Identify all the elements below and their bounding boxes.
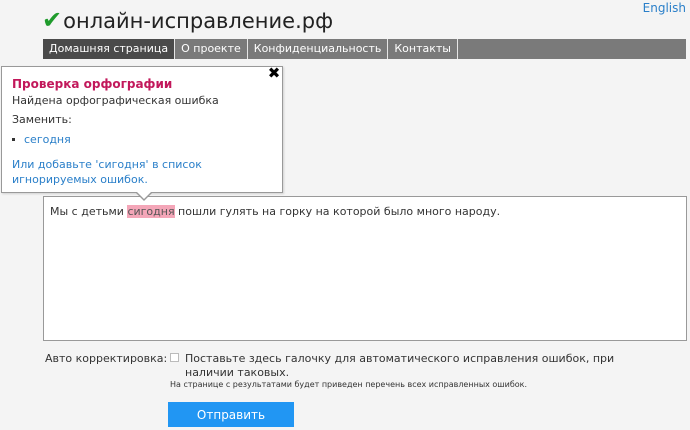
auto-correct-checkbox[interactable] bbox=[170, 353, 179, 362]
main-nav: Домашняя страница О проекте Конфиденциал… bbox=[43, 39, 686, 59]
auto-correct-note: На странице с результатами будет приведе… bbox=[170, 380, 528, 389]
nav-item-home[interactable]: Домашняя страница bbox=[43, 39, 176, 59]
spellcheck-popup: ✖ Проверка орфографии Найдена орфографич… bbox=[1, 64, 283, 201]
nav-item-privacy[interactable]: Конфиденциальность bbox=[248, 39, 389, 59]
suggestion-link[interactable]: сегодня bbox=[24, 133, 71, 146]
text-editor[interactable]: Мы с детьми сигодня пошли гулять на горк… bbox=[43, 196, 687, 341]
auto-correct-label: Авто корректировка: bbox=[45, 352, 168, 365]
text-before: Мы с детьми bbox=[50, 205, 128, 218]
add-to-ignore-link[interactable]: Или добавьте 'сигодня' в список игнориру… bbox=[12, 157, 277, 187]
replace-label: Заменить: bbox=[12, 113, 72, 126]
popup-pointer-inner bbox=[136, 191, 152, 199]
check-icon: ✔ bbox=[42, 6, 63, 34]
nav-item-about[interactable]: О проекте bbox=[175, 39, 248, 59]
auto-correct-description: Поставьте здесь галочку для автоматическ… bbox=[185, 352, 615, 379]
close-icon[interactable]: ✖ bbox=[266, 64, 282, 82]
text-after: пошли гулять на горку на которой было мн… bbox=[174, 205, 501, 218]
nav-item-contacts[interactable]: Контакты bbox=[388, 39, 458, 59]
popup-title: Проверка орфографии bbox=[12, 77, 173, 91]
language-link-english[interactable]: English bbox=[643, 1, 686, 15]
logo-text: онлайн-исправление.рф bbox=[63, 9, 334, 33]
error-found-text: Найдена орфографическая ошибка bbox=[12, 94, 219, 107]
bullet-icon bbox=[12, 137, 15, 141]
misspelled-word[interactable]: сигодня bbox=[127, 205, 175, 218]
suggestion-item[interactable]: сегодня bbox=[12, 133, 71, 146]
site-logo[interactable]: ✔онлайн-исправление.рф bbox=[42, 6, 333, 34]
submit-button[interactable]: Отправить bbox=[168, 402, 294, 427]
